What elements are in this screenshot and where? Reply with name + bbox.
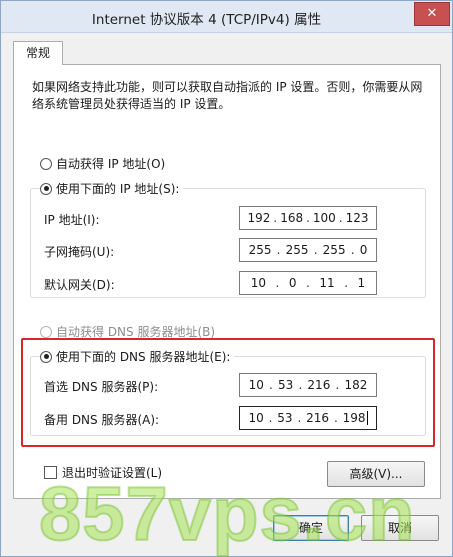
title-bar[interactable]: Internet 协议版本 4 (TCP/IPv4) 属性 ✕ (1, 1, 452, 33)
ip-octet: 100 (312, 211, 336, 225)
tab-general-label: 常规 (25, 46, 50, 60)
tab-general[interactable]: 常规 (13, 41, 63, 65)
ok-button-label: 确定 (298, 521, 323, 535)
subnet-mask-label: 子网掩码(U): (44, 245, 115, 259)
cancel-button[interactable]: 取消 (361, 515, 439, 541)
ip-octet: 255 (322, 243, 346, 257)
ip-address-label: IP 地址(I): (44, 213, 100, 227)
advanced-button-label: 高级(V)... (349, 467, 403, 481)
default-gateway-input[interactable]: 10. 0. 11. 1 (239, 271, 377, 295)
auto-dns-radio[interactable] (40, 325, 52, 338)
dns-highlight-frame (21, 338, 435, 447)
auto-ip-option[interactable]: 自动获得 IP 地址(O) (40, 155, 170, 172)
close-button[interactable]: ✕ (414, 2, 450, 26)
ip-octet: 1 (357, 276, 366, 290)
ip-octet: 11 (319, 276, 335, 290)
default-gateway-label: 默认网关(D): (44, 278, 115, 292)
ip-octet: 255 (285, 243, 309, 257)
ip-address-input[interactable]: 192. 168. 100. 123 (239, 206, 377, 230)
window-title: Internet 协议版本 4 (TCP/IPv4) 属性 (91, 12, 322, 28)
validate-on-exit-label: 退出时验证设置(L) (62, 466, 163, 480)
ip-octet: 10 (250, 276, 267, 290)
close-icon: ✕ (426, 6, 438, 21)
ok-button[interactable]: 确定 (273, 515, 349, 541)
subnet-mask-input[interactable]: 255. 255. 255. 0 (239, 238, 377, 262)
auto-ip-label: 自动获得 IP 地址(O) (56, 157, 166, 171)
ip-octet: 168 (280, 211, 304, 225)
ip-octet: 0 (288, 276, 297, 290)
properties-window: Internet 协议版本 4 (TCP/IPv4) 属性 ✕ 常规 如果网络支… (0, 0, 453, 557)
cancel-button-label: 取消 (387, 521, 412, 535)
description-text: 如果网络支持此功能，则可以获取自动指派的 IP 设置。否则，你需要从网络系统管理… (32, 80, 423, 111)
advanced-button[interactable]: 高级(V)... (327, 461, 425, 487)
auto-ip-radio[interactable] (40, 157, 52, 170)
ip-octet: 123 (345, 211, 369, 225)
validate-on-exit-option[interactable]: 退出时验证设置(L) (44, 464, 162, 481)
ip-octet: 0 (359, 243, 368, 257)
ip-octet: 192 (247, 211, 271, 225)
manual-ip-option[interactable]: 使用下面的 IP 地址(S): (40, 180, 184, 197)
manual-ip-label: 使用下面的 IP 地址(S): (56, 182, 180, 196)
validate-on-exit-checkbox[interactable] (44, 466, 57, 479)
manual-ip-radio[interactable] (40, 182, 52, 195)
ip-octet: 255 (248, 243, 272, 257)
